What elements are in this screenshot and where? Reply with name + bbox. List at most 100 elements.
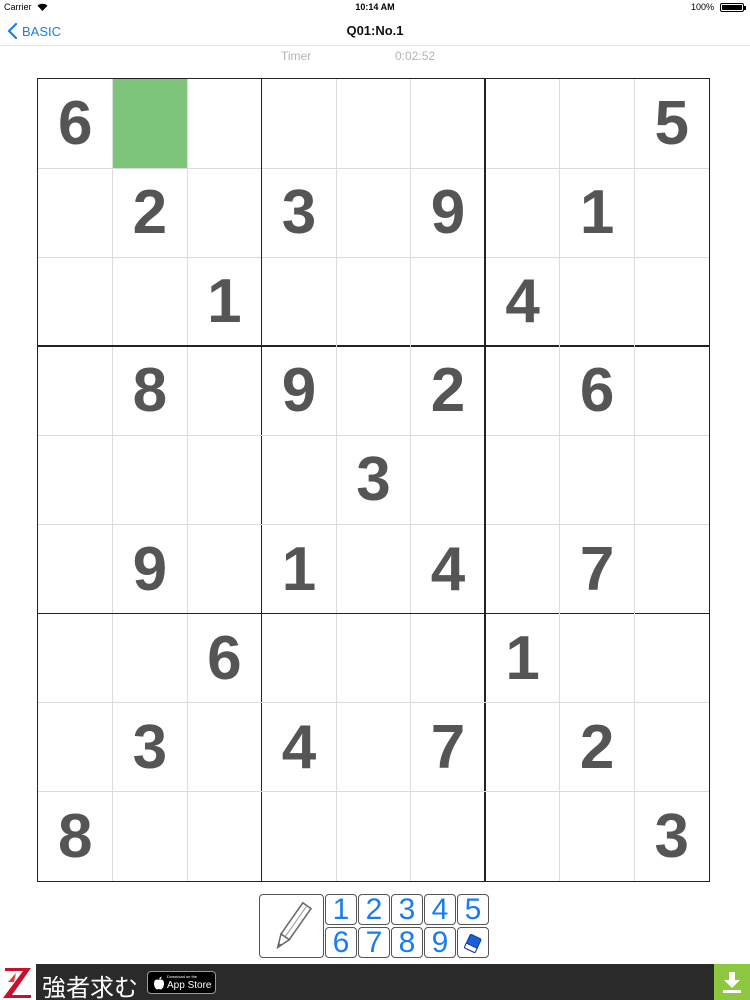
sudoku-cell-r9c3[interactable]: [187, 792, 262, 881]
digit-key-4[interactable]: 4: [424, 894, 456, 925]
digit-key-2[interactable]: 2: [358, 894, 390, 925]
sudoku-cell-r9c1[interactable]: 8: [38, 792, 113, 881]
sudoku-cell-r6c4[interactable]: 1: [262, 525, 337, 614]
sudoku-cell-r3c8[interactable]: [560, 257, 635, 346]
sudoku-cell-r9c4[interactable]: [262, 792, 337, 881]
sudoku-cell-r4c9[interactable]: [634, 346, 709, 435]
sudoku-cell-r6c7[interactable]: [485, 525, 560, 614]
sudoku-cell-r2c6[interactable]: 9: [411, 168, 486, 257]
sudoku-cell-r6c9[interactable]: [634, 525, 709, 614]
sudoku-cell-r1c9[interactable]: 5: [634, 79, 709, 168]
digit-key-8[interactable]: 8: [391, 927, 423, 958]
sudoku-cell-r5c3[interactable]: [187, 435, 262, 524]
sudoku-cell-r2c2[interactable]: 2: [113, 168, 188, 257]
cell-divider: [38, 524, 709, 526]
sudoku-cell-r7c2[interactable]: [113, 614, 188, 703]
sudoku-cell-r1c2[interactable]: [112, 79, 188, 169]
sudoku-cell-r6c1[interactable]: [38, 525, 113, 614]
sudoku-cell-r2c1[interactable]: [38, 168, 113, 257]
sudoku-cell-r7c3[interactable]: 6: [187, 614, 262, 703]
pencil-mode-button[interactable]: [259, 894, 324, 958]
sudoku-cell-r5c6[interactable]: [411, 435, 486, 524]
sudoku-cell-r1c6[interactable]: [411, 79, 486, 168]
sudoku-cell-r9c7[interactable]: [485, 792, 560, 881]
digit-key-6[interactable]: 6: [325, 927, 357, 958]
sudoku-cell-r8c1[interactable]: [38, 703, 113, 792]
download-button[interactable]: [714, 964, 750, 1000]
sudoku-cell-r7c1[interactable]: [38, 614, 113, 703]
box-divider: [260, 79, 263, 881]
sudoku-cell-r6c5[interactable]: [336, 525, 411, 614]
sudoku-cell-r9c6[interactable]: [411, 792, 486, 881]
sudoku-cell-r7c8[interactable]: [560, 614, 635, 703]
sudoku-cell-r6c2[interactable]: 9: [113, 525, 188, 614]
sudoku-cell-r9c2[interactable]: [113, 792, 188, 881]
sudoku-cell-r9c8[interactable]: [560, 792, 635, 881]
sudoku-cell-r4c7[interactable]: [485, 346, 560, 435]
sudoku-cell-r1c8[interactable]: [560, 79, 635, 168]
sudoku-cell-r2c5[interactable]: [336, 168, 411, 257]
sudoku-cell-r4c3[interactable]: [187, 346, 262, 435]
sudoku-cell-r2c9[interactable]: [634, 168, 709, 257]
sudoku-cell-r1c7[interactable]: [485, 79, 560, 168]
sudoku-cell-r8c2[interactable]: 3: [113, 703, 188, 792]
sudoku-cell-r4c1[interactable]: [38, 346, 113, 435]
app-store-badge[interactable]: Download on the App Store: [147, 971, 216, 994]
sudoku-cell-r3c9[interactable]: [634, 257, 709, 346]
sudoku-cell-r7c9[interactable]: [634, 614, 709, 703]
ad-banner[interactable]: 強者求む Download on the App Store: [0, 964, 750, 1000]
sudoku-cell-r8c7[interactable]: [485, 703, 560, 792]
sudoku-cell-r8c3[interactable]: [187, 703, 262, 792]
sudoku-cell-r5c5[interactable]: 3: [336, 435, 411, 524]
ad-text: 強者求む: [42, 974, 138, 1000]
sudoku-cell-r3c4[interactable]: [262, 257, 337, 346]
sudoku-cell-r3c2[interactable]: [113, 257, 188, 346]
sudoku-cell-r1c4[interactable]: [262, 79, 337, 168]
sudoku-cell-r6c3[interactable]: [187, 525, 262, 614]
sudoku-cell-r3c1[interactable]: [38, 257, 113, 346]
timer-label: Timer: [281, 49, 312, 63]
sudoku-cell-r8c8[interactable]: 2: [560, 703, 635, 792]
digit-key-7[interactable]: 7: [358, 927, 390, 958]
sudoku-cell-r1c5[interactable]: [336, 79, 411, 168]
sudoku-cell-r8c6[interactable]: 7: [411, 703, 486, 792]
sudoku-cell-r3c6[interactable]: [411, 257, 486, 346]
digit-key-9[interactable]: 9: [424, 927, 456, 958]
sudoku-cell-r4c2[interactable]: 8: [113, 346, 188, 435]
sudoku-cell-r3c3[interactable]: 1: [187, 257, 262, 346]
sudoku-cell-r5c4[interactable]: [262, 435, 337, 524]
sudoku-cell-r8c4[interactable]: 4: [262, 703, 337, 792]
sudoku-cell-r7c7[interactable]: 1: [485, 614, 560, 703]
sudoku-cell-r5c1[interactable]: [38, 435, 113, 524]
sudoku-cell-r7c5[interactable]: [336, 614, 411, 703]
digit-key-5[interactable]: 5: [457, 894, 489, 925]
sudoku-cell-r9c9[interactable]: 3: [634, 792, 709, 881]
sudoku-cell-r2c7[interactable]: [485, 168, 560, 257]
sudoku-cell-r5c9[interactable]: [634, 435, 709, 524]
sudoku-cell-r5c7[interactable]: [485, 435, 560, 524]
sudoku-cell-r3c7[interactable]: 4: [485, 257, 560, 346]
sudoku-cell-r8c9[interactable]: [634, 703, 709, 792]
sudoku-cell-r9c5[interactable]: [336, 792, 411, 881]
digit-key-3[interactable]: 3: [391, 894, 423, 925]
sudoku-cell-r4c5[interactable]: [336, 346, 411, 435]
sudoku-cell-r1c3[interactable]: [187, 79, 262, 168]
sudoku-cell-r4c4[interactable]: 9: [262, 346, 337, 435]
sudoku-cell-r5c2[interactable]: [113, 435, 188, 524]
sudoku-cell-r6c8[interactable]: 7: [560, 525, 635, 614]
sudoku-cell-r7c6[interactable]: [411, 614, 486, 703]
sudoku-cell-r5c8[interactable]: [560, 435, 635, 524]
sudoku-cell-r4c6[interactable]: 2: [411, 346, 486, 435]
sudoku-cell-r2c3[interactable]: [187, 168, 262, 257]
sudoku-cell-r8c5[interactable]: [336, 703, 411, 792]
sudoku-cell-r3c5[interactable]: [336, 257, 411, 346]
eraser-button[interactable]: [457, 927, 489, 958]
sudoku-cell-r7c4[interactable]: [262, 614, 337, 703]
sudoku-cell-r1c1[interactable]: 6: [38, 79, 113, 168]
digit-key-1[interactable]: 1: [325, 894, 357, 925]
sudoku-cell-r4c8[interactable]: 6: [560, 346, 635, 435]
sudoku-cell-r2c4[interactable]: 3: [262, 168, 337, 257]
sudoku-cell-r6c6[interactable]: 4: [411, 525, 486, 614]
sudoku-cell-r2c8[interactable]: 1: [560, 168, 635, 257]
back-button[interactable]: BASIC: [7, 21, 61, 41]
